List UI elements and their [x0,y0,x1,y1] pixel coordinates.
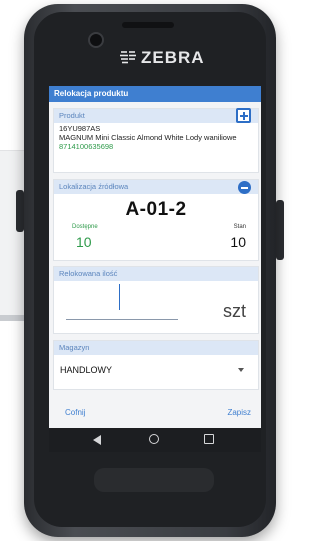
brand-logo-text: ZEBRA [141,48,205,67]
warehouse-header: Magazyn [54,341,258,355]
available-value: 10 [76,234,92,250]
quantity-header: Relokowana ilość [54,267,258,281]
quantity-header-label: Relokowana ilość [59,269,118,278]
phone-side-button-right [276,200,284,260]
text-cursor [119,284,120,310]
product-ean: 8714100635698 [59,142,114,151]
phone-screen: Relokacja produktu Produkt 16YU987AS MAG… [49,86,261,428]
product-card: Produkt 16YU987AS MAGNUM Mini Classic Al… [53,108,259,173]
camera-icon [88,32,104,48]
phone-side-button-left [16,190,24,232]
zebra-logo-icon [120,51,136,64]
stock-label: Stan [233,224,246,230]
warehouse-card: Magazyn HANDLOWY [53,340,259,390]
quantity-input[interactable] [66,297,178,320]
product-header: Produkt [54,108,258,123]
source-location-header-label: Lokalizacja źródłowa [59,182,129,191]
quantity-card: Relokowana ilość szt [53,266,259,334]
stock-value: 10 [230,234,246,250]
phone-speaker [122,22,174,28]
brand-logo: ZEBRA [118,48,205,68]
source-location-header: Lokalizacja źródłowa [54,180,258,194]
back-button[interactable]: Cofnij [65,408,85,417]
save-button[interactable]: Zapisz [227,408,251,417]
quantity-unit: szt [222,301,246,321]
nav-back-icon[interactable] [93,435,101,445]
nav-home-icon[interactable] [149,434,159,444]
product-code: 16YU987AS [59,124,101,133]
available-label: Dostępne [72,224,98,230]
collapse-location-icon[interactable] [238,181,251,194]
location-code: A-01-2 [125,199,187,220]
scanner-window [94,468,214,492]
warehouse-select[interactable]: HANDLOWY [60,365,112,375]
add-product-icon[interactable] [236,108,251,123]
product-name: MAGNUM Mini Classic Almond White Lody wa… [59,133,237,142]
warehouse-header-label: Magazyn [59,343,90,352]
dropdown-caret-icon[interactable] [238,368,244,372]
android-nav-bar [49,428,261,452]
app-title: Relokacja produktu [49,86,261,102]
nav-recents-icon[interactable] [204,434,214,444]
source-location-card: Lokalizacja źródłowa A-01-2 Dostępne Sta… [53,179,259,261]
product-header-label: Produkt [59,111,85,120]
